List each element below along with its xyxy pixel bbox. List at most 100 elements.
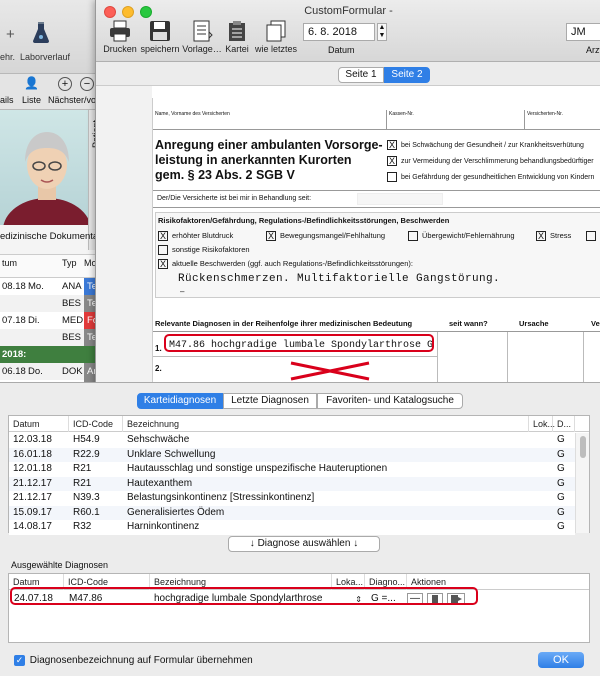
col-lokalisation[interactable]: Lok... [529,416,555,432]
diagnosis-dialog: Karteidiagnosen Letzte Diagnosen Favorit… [0,382,600,676]
tab-page-1[interactable]: Seite 1 [338,67,384,83]
cell-date: 21.12.17 [13,492,52,503]
reason-item[interactable]: Xzur Vermeidung der Verschlimmerung beha… [387,154,594,170]
like-last-button[interactable]: wie letztes [253,20,299,54]
bg-table-row[interactable]: 2018: [0,346,95,363]
cell-icd: R21 [73,463,92,474]
bg-col-date[interactable]: tum [2,258,17,268]
cell-d: G [557,492,565,503]
col-icd-code[interactable]: ICD-Code [69,416,123,432]
reason-checkbox[interactable]: X [387,156,397,167]
diagnoses-header-label: Relevante Diagnosen in der Reihenfolge i… [155,319,413,328]
date-stepper[interactable]: ▲ ▼ [377,23,387,41]
risk-item[interactable]: Übergewicht/Fehlernährung [408,231,515,242]
risk-checkbox[interactable]: X [266,231,276,242]
transfer-checkbox[interactable]: ✓ [14,655,25,666]
arzt-field[interactable]: JM [566,23,600,41]
save-button[interactable]: speichern [140,20,180,54]
table-row[interactable]: 12.03.18 H54.9 Sehschwäche G [9,433,575,448]
diag-col-cause: Ursache [519,319,549,328]
tab-letzte-diagnosen[interactable]: Letzte Diagnosen [223,393,317,409]
risk-item[interactable]: Xerhöhter Blutdruck [158,231,233,242]
kasse-nr-label: Kassen-Nr. [389,111,414,117]
versicherten-nr-label: Versicherten-Nr. [527,111,563,117]
top-table-scrollbar[interactable] [575,433,589,533]
document-list-icon [191,20,213,42]
tab-karteidiagnosen[interactable]: Karteidiagnosen [137,393,223,409]
templates-label: Vorlage… [182,44,222,54]
bg-table-row[interactable]: 07.18Di. MEDFo [0,312,95,329]
table-row[interactable]: 14.08.17 R32 Harninkontinenz G [9,520,575,535]
versicherten-nr-field[interactable]: Versicherten-Nr. [525,110,600,130]
date-field[interactable]: 6. 8. 2018 [303,23,375,41]
selected-diagnoses-table: Datum ICD-Code Bezeichnung Loka... Diagn… [8,573,590,643]
risk-checkbox[interactable] [408,231,418,242]
patient-name-label: Name, Vorname des Versicherten [155,111,230,117]
risk-checkbox[interactable]: X [536,231,546,242]
col-datum[interactable]: Datum [9,416,69,432]
select-diagnosis-button[interactable]: ↓ Diagnose auswählen ↓ [228,536,380,552]
tab-favoriten-katalogsuche[interactable]: Favoriten- und Katalogsuche [317,393,463,409]
bg-table-row[interactable]: BESTe [0,295,95,312]
card-button[interactable]: Kartei [222,20,252,54]
table-row[interactable]: 16.01.18 R22.9 Unklare Schwellung G [9,447,575,462]
tab-page-2[interactable]: Seite 2 [384,67,430,83]
treatment-since-input[interactable] [357,193,443,205]
cell-icd: H54.9 [73,434,100,445]
bg-cell-day: Di. [28,315,40,326]
patient-name-field[interactable]: Name, Vorname des Versicherten [153,110,387,130]
flask-icon[interactable] [32,22,50,44]
table-row[interactable]: 15.09.17 R60.1 Generalisiertes Ödem G [9,505,575,520]
cell-icd: R22.9 [73,448,100,460]
bg-col-typ[interactable]: Typ [62,258,77,268]
risk-checkbox[interactable]: X [158,231,168,242]
risk-checkbox[interactable] [158,245,168,256]
bg-cell-date: 08.18 [2,281,26,292]
top-table-header: Datum ICD-Code Bezeichnung Lok... D... [9,416,589,432]
table-row[interactable]: 12.01.18 R21 Hautausschlag und sonstige un… [9,462,575,477]
risk-item[interactable]: sonstige Risikofaktoren [158,245,250,256]
table-row[interactable]: 21.12.17 N39.3 Belastungsinkontinenz [Stre… [9,491,575,506]
diag-col-ve: Ve [591,319,600,328]
transfer-to-form-option[interactable]: ✓ Diagnosenbezeichnung auf Formular über… [14,655,253,666]
reason-list: Xbei Schwächung der Gesundheit / zur Kra… [387,138,594,186]
reason-item[interactable]: Xbei Schwächung der Gesundheit / zur Kra… [387,138,594,154]
col-diagnosesicherheit[interactable]: D... [553,416,575,432]
templates-button[interactable]: Vorlage… [182,20,222,54]
print-button[interactable]: Drucken [102,20,138,54]
risk-item[interactable]: X Stress [536,231,571,242]
risk-checkbox-extra[interactable] [586,231,596,241]
kasse-nr-field[interactable]: Kassen-Nr. [387,110,525,130]
bg-toolbar2-label-3[interactable]: Nächster/vo [48,95,96,105]
reason-item[interactable]: bei Gefährdung der gesundheitlichen Entw… [387,170,594,186]
col-bezeichnung[interactable]: Bezeichnung [123,416,529,432]
remove-circle-icon[interactable]: − [80,77,94,91]
bg-cell-date: 06.18 [2,366,26,377]
risk-checkbox[interactable]: X [158,259,168,270]
diag-divider-3 [583,332,584,382]
bg-table-header: tum Typ Mo [0,254,97,278]
add-user-icon[interactable]: 👤 [24,76,39,90]
red-cross-mark [290,361,370,381]
scrollbar-thumb[interactable] [580,436,586,458]
complaints-text[interactable]: Rückenschmerzen. Multifaktorielle Gangst… [178,273,500,285]
table-row[interactable]: 21.12.17 R21 Hautexanthem G [9,476,575,491]
plus-icon[interactable]: + [6,26,15,43]
bg-cell-rest: Ar [84,363,95,380]
background-patient-window: + ehr. Laborverlauf 👤 + − ails Liste Näc… [0,0,105,390]
cell-date: 14.08.17 [13,521,52,532]
add-circle-icon[interactable]: + [58,77,72,91]
reason-checkbox[interactable] [387,172,397,183]
risk-item[interactable]: Xaktuelle Beschwerden (ggf. auch Regulat… [158,259,413,270]
bg-toolbar2-label-2[interactable]: Liste [22,95,41,105]
reason-checkbox[interactable]: X [387,140,397,151]
bg-cell-day: Do. [28,366,43,377]
bg-table-row[interactable]: BESTe [0,329,95,346]
bg-table-row[interactable]: 06.18Do. DOKAr [0,363,95,380]
ok-button[interactable]: OK [538,652,584,668]
cell-d: G [557,506,565,518]
diag-2-number: 2. [155,364,162,373]
risk-item[interactable]: X Bewegungsmangel/Fehlhaltung [266,231,385,242]
bg-table-row[interactable]: 08.18Mo. ANATe [0,278,95,295]
cell-name: Unklare Schwellung [127,448,216,460]
